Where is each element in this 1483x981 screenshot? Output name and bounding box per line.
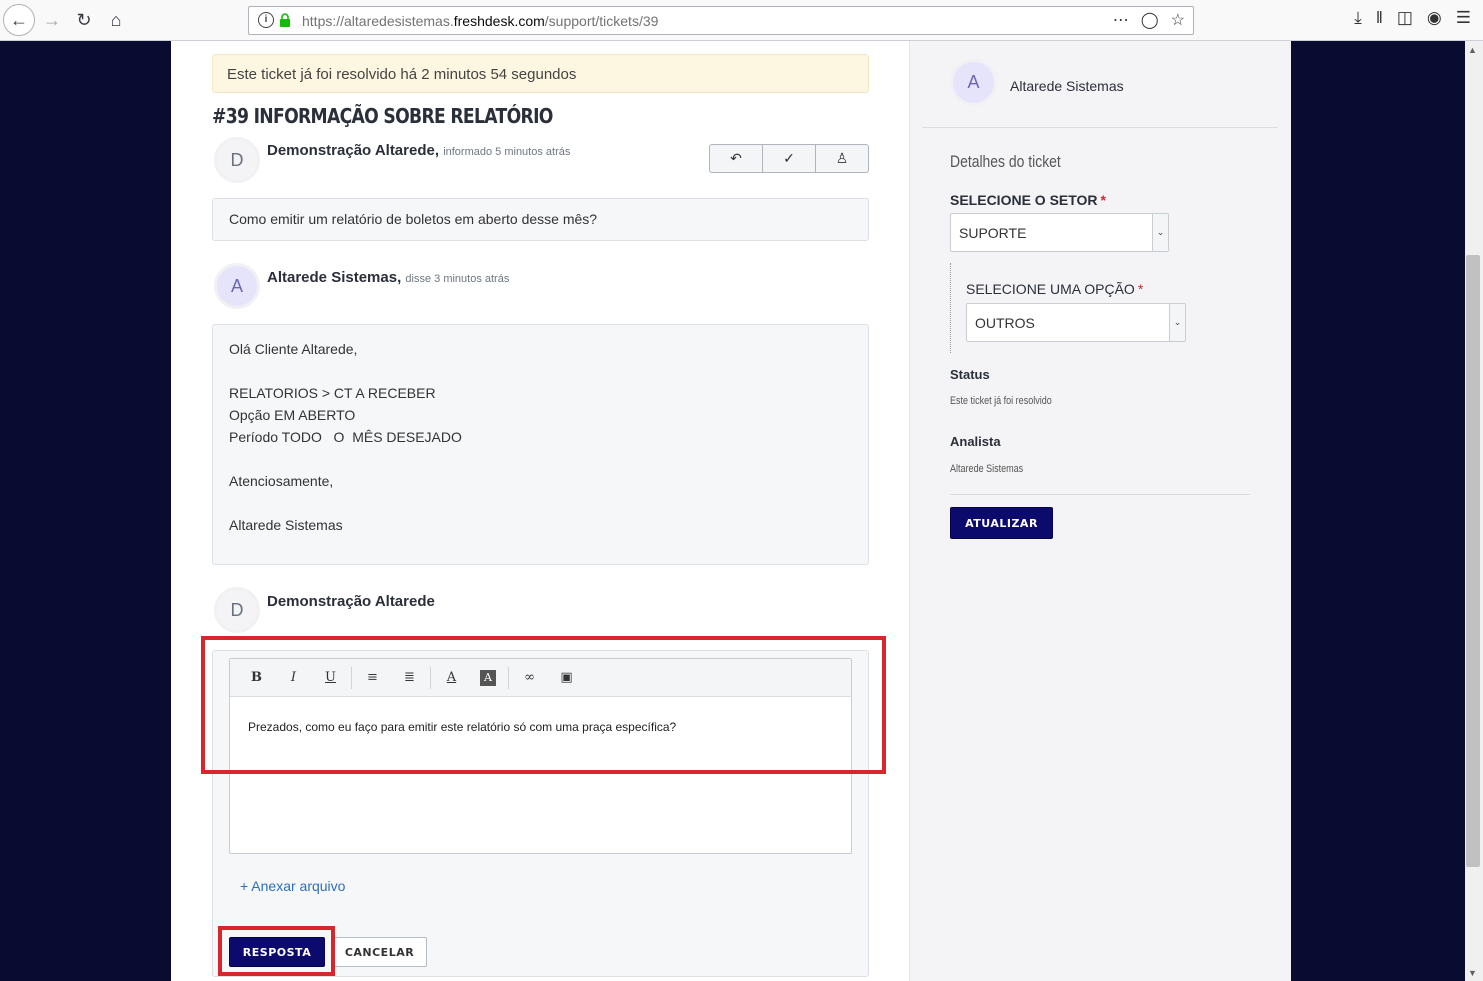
attach-file-link[interactable]: + Anexar arquivo <box>240 878 345 894</box>
highlight-submit-box <box>218 926 335 976</box>
analista-value: Altarede Sistemas <box>950 463 1024 475</box>
bookmark-star-icon[interactable]: ☆ <box>1171 10 1185 30</box>
message-body: Como emitir um relatório de boletos em a… <box>212 198 869 241</box>
avatar: D <box>214 587 260 633</box>
reply-icon[interactable]: ↶ <box>710 145 763 172</box>
lock-icon <box>280 13 290 27</box>
account-icon[interactable]: ◉ <box>1427 8 1442 28</box>
reply-author: Demonstração Altarede <box>267 593 435 610</box>
menu-icon[interactable]: ☰ <box>1456 8 1471 28</box>
scrollbar-thumb[interactable] <box>1466 255 1480 867</box>
opcao-label: SELECIONE UMA OPÇÃO * <box>966 281 1144 297</box>
ticket-title: #39 INFORMAÇÃO SOBRE RELATÓRIO <box>212 104 553 128</box>
page-content: Este ticket já foi resolvido há 2 minuto… <box>171 41 1291 981</box>
analista-label: Analista <box>950 434 1001 449</box>
chevron-down-icon: ⌄ <box>1152 214 1168 251</box>
sidebar-icon[interactable]: ◫ <box>1397 8 1413 28</box>
resolved-banner: Este ticket já foi resolvido há 2 minuto… <box>212 54 869 93</box>
avatar: A <box>214 263 260 309</box>
message-author: Altarede Sistemas, disse 3 minutos atrás <box>267 269 510 286</box>
status-value: Este ticket já foi resolvido <box>950 395 1052 407</box>
resolve-check-icon[interactable]: ✓ <box>763 145 816 172</box>
download-icon[interactable]: ⤓ <box>1354 8 1362 28</box>
avatar: D <box>214 137 260 183</box>
home-icon[interactable]: ⌂ <box>100 4 132 36</box>
forward-icon[interactable]: → <box>36 4 68 36</box>
divider <box>950 263 951 353</box>
agent-avatar: A <box>950 59 997 106</box>
message-body: Olá Cliente Altarede, RELATORIOS > CT A … <box>212 324 869 565</box>
url-text: https://altaredesistemas.freshdesk.com/s… <box>302 13 659 29</box>
back-icon[interactable]: ← <box>3 4 35 36</box>
ticket-actions: ↶ ✓ ♙ <box>709 144 869 173</box>
update-button[interactable]: ATUALIZAR <box>950 507 1053 539</box>
cancel-button[interactable]: CANCELAR <box>332 937 427 967</box>
pocket-icon[interactable]: ◯ <box>1141 10 1159 30</box>
page-actions-icon[interactable]: ⋯ <box>1113 10 1129 30</box>
setor-label: SELECIONE O SETOR * <box>950 192 1106 208</box>
assign-user-icon[interactable]: ♙ <box>816 145 868 172</box>
divider <box>922 127 1278 128</box>
status-label: Status <box>950 367 990 382</box>
browser-toolbar: ← → ↻ ⌂ i https://altaredesistemas.fresh… <box>0 0 1483 41</box>
scroll-down-icon[interactable]: ▼ <box>1468 968 1477 978</box>
scroll-up-icon[interactable]: ▲ <box>1468 45 1477 55</box>
address-bar[interactable]: i https://altaredesistemas.freshdesk.com… <box>248 6 1194 35</box>
divider <box>950 494 1250 495</box>
library-icon[interactable]: ‖ <box>1376 8 1383 28</box>
ticket-details-title: Detalhes do ticket <box>950 152 1061 171</box>
agent-name: Altarede Sistemas <box>1010 78 1124 94</box>
setor-select[interactable]: SUPORTE ⌄ <box>950 213 1169 252</box>
message-author: Demonstração Altarede, informado 5 minut… <box>267 142 571 159</box>
reload-icon[interactable]: ↻ <box>68 4 100 36</box>
chevron-down-icon: ⌄ <box>1169 304 1185 341</box>
highlight-editor-box <box>201 636 886 774</box>
info-icon[interactable]: i <box>258 12 274 28</box>
opcao-select[interactable]: OUTROS ⌄ <box>966 303 1186 342</box>
